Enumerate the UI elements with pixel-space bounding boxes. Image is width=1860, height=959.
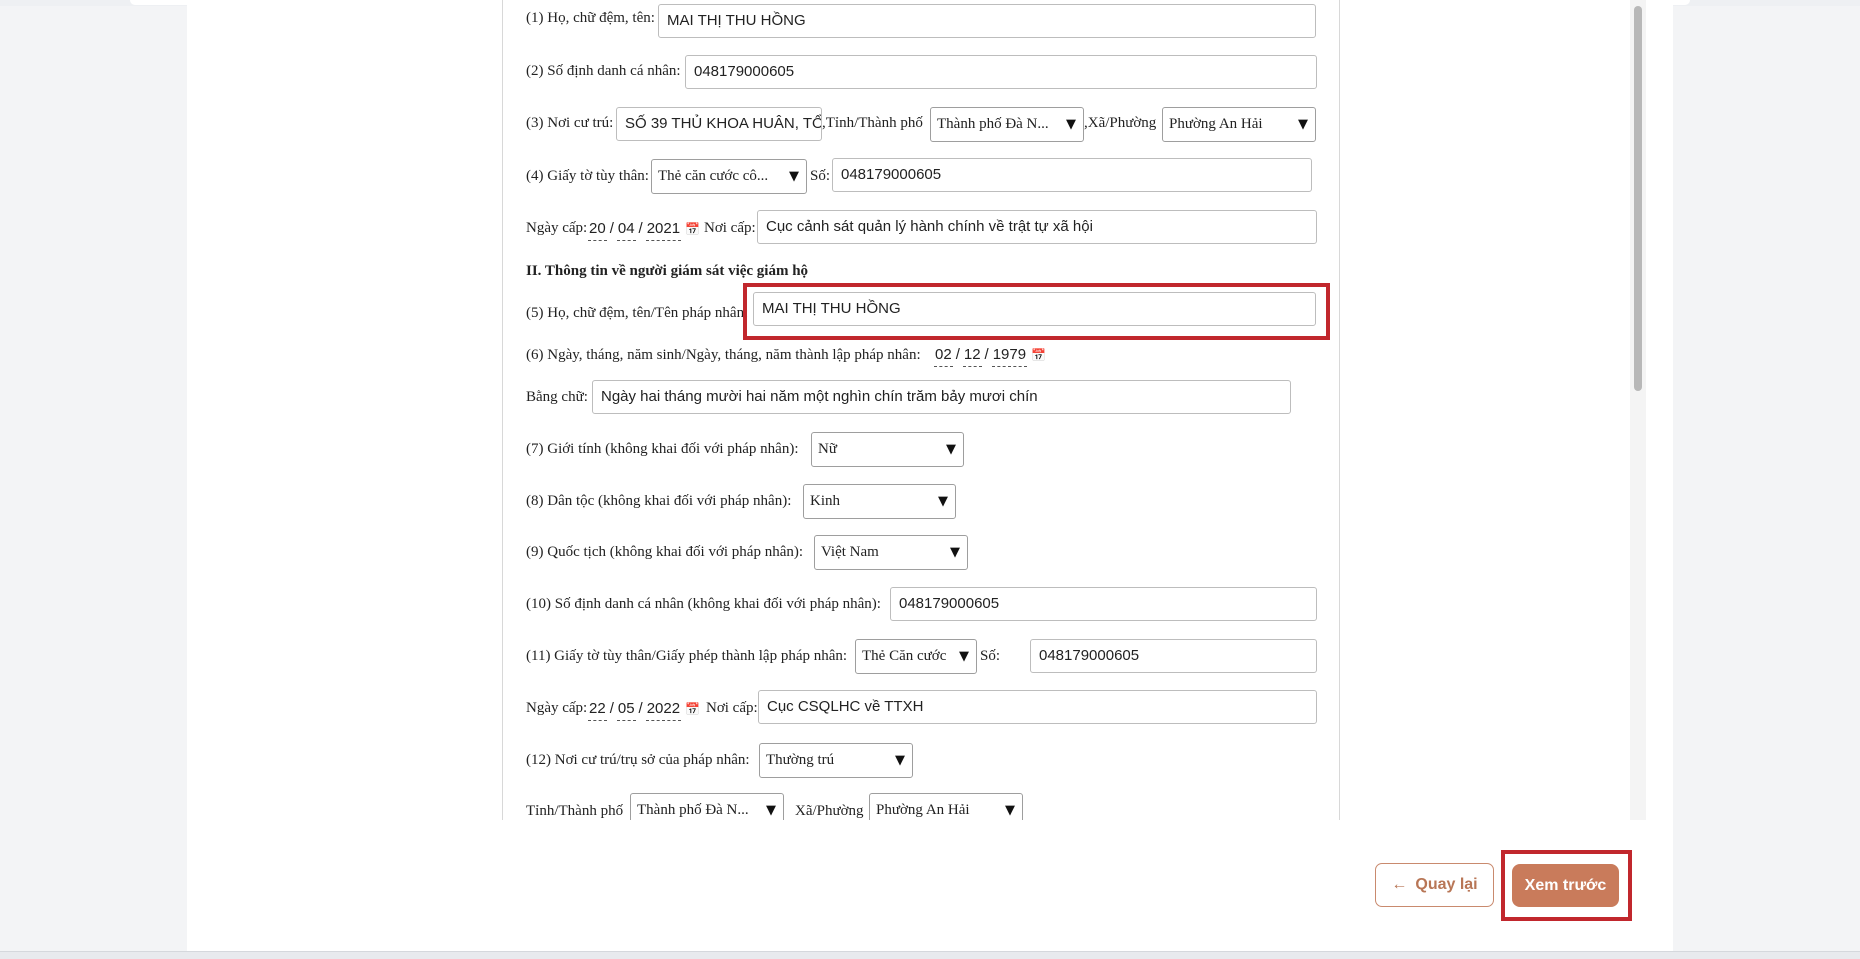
id-document-label: (4) Giấy tờ tùy thân: (526, 168, 649, 184)
section-title: II. Thông tin về người giám sát việc giá… (526, 263, 809, 279)
chevron-down-icon: ▼ (766, 803, 776, 818)
chevron-down-icon: ▼ (938, 494, 948, 509)
back-button[interactable]: ← Quay lại (1375, 863, 1494, 907)
issue-place-input[interactable]: Cục cảnh sát quản lý hành chính về trật … (757, 210, 1317, 244)
birth-date-day[interactable]: 02 (934, 344, 953, 367)
residence-label: (3) Nơi cư trú: (526, 115, 614, 131)
date-in-words-label: Bằng chữ: (526, 389, 588, 405)
birth-date-year[interactable]: 1979 (991, 344, 1028, 367)
supervisor-id-label: (10) Số định danh cá nhân (không khai đố… (526, 596, 881, 612)
calendar-icon[interactable]: 📅 (685, 698, 700, 720)
residence-ward-value: Phường An Hải (1169, 116, 1263, 132)
supervisor-issue-place-input[interactable]: Cục CSQLHC về TTXH (758, 690, 1317, 724)
issue-date-input[interactable]: 20/04/2021 📅 (588, 218, 700, 241)
chevron-down-icon: ▼ (946, 442, 956, 457)
arrow-left-icon: ← (1391, 876, 1408, 893)
chevron-down-icon: ▼ (789, 169, 799, 184)
supervisor-province-label: Tỉnh/Thành phố (526, 803, 624, 819)
nationality-label: (9) Quốc tịch (không khai đối với pháp n… (526, 544, 804, 560)
supervisor-issue-date-input[interactable]: 22/05/2022 📅 (588, 698, 700, 721)
supervisor-issue-date-label: Ngày cấp: (526, 700, 588, 716)
residence-ward-select[interactable]: Phường An Hải ▼ (1162, 107, 1316, 142)
birth-date-month[interactable]: 12 (962, 344, 982, 367)
ethnicity-value: Kinh (810, 493, 840, 509)
chevron-down-icon: ▼ (1066, 117, 1076, 132)
back-button-label: Quay lại (1415, 876, 1478, 893)
ethnicity-select[interactable]: Kinh ▼ (803, 484, 956, 519)
ethnicity-label: (8) Dân tộc (không khai đối với pháp nhâ… (526, 493, 792, 509)
issue-date-label: Ngày cấp: (526, 220, 588, 236)
issue-date-month[interactable]: 04 (616, 218, 636, 241)
id-document-type-value: Thẻ căn cước cô... (658, 168, 769, 184)
issue-place-label: Nơi cấp: (704, 220, 756, 236)
supervisor-issue-date-month[interactable]: 05 (616, 698, 636, 721)
supervisor-issue-place-label: Nơi cấp: (706, 700, 758, 716)
birth-date-label: (6) Ngày, tháng, năm sinh/Ngày, tháng, n… (526, 347, 921, 363)
supervisor-ward-value: Phường An Hải (876, 802, 970, 818)
issue-date-year[interactable]: 2021 (645, 218, 682, 241)
chevron-down-icon: ▼ (1005, 803, 1015, 818)
residence-province-select[interactable]: Thành phố Đà N... ▼ (930, 107, 1084, 142)
supervisor-province-select[interactable]: Thành phố Đà N... ▼ (630, 793, 784, 823)
personal-id-input[interactable]: 048179000605 (685, 55, 1317, 89)
supervisor-document-number-input[interactable]: 048179000605 (1030, 639, 1317, 673)
supervisor-name-label: (5) Họ, chữ đệm, tên/Tên pháp nhân: (526, 305, 749, 321)
chevron-down-icon: ▼ (895, 753, 905, 768)
nationality-select[interactable]: Việt Nam ▼ (814, 535, 968, 570)
supervisor-residence-label: (12) Nơi cư trú/trụ sở của pháp nhân: (526, 752, 750, 768)
form-scrollbar[interactable] (1630, 0, 1646, 820)
supervisor-issue-date-year[interactable]: 2022 (645, 698, 682, 721)
supervisor-document-number-label: Số: (980, 648, 1001, 664)
nationality-value: Việt Nam (821, 544, 879, 560)
supervisor-document-type-select[interactable]: Thẻ Căn cước ▼ (855, 639, 977, 674)
date-in-words-input[interactable]: Ngày hai tháng mười hai năm một nghìn ch… (592, 380, 1291, 414)
residence-province-value: Thành phố Đà N... (937, 116, 1049, 132)
supervisor-residence-type-select[interactable]: Thường trú ▼ (759, 743, 913, 778)
id-number-label: Số: (810, 168, 831, 184)
id-document-type-select[interactable]: Thẻ căn cước cô... ▼ (651, 159, 807, 194)
supervisor-issue-date-day[interactable]: 22 (588, 698, 607, 721)
chevron-down-icon: ▼ (1298, 117, 1308, 132)
residence-input[interactable]: SỐ 39 THỦ KHOA HUÂN, TỔ (616, 107, 822, 141)
supervisor-province-value: Thành phố Đà N... (637, 802, 749, 818)
supervisor-id-input[interactable]: 048179000605 (890, 587, 1317, 621)
full-name-label: (1) Họ, chữ đệm, tên: (526, 10, 655, 26)
gender-value: Nữ (818, 441, 837, 457)
supervisor-residence-type-value: Thường trú (766, 752, 835, 768)
calendar-icon[interactable]: 📅 (685, 218, 700, 240)
highlight-box (743, 283, 1330, 340)
supervisor-document-type-value: Thẻ Căn cước (862, 648, 947, 664)
birth-date-input[interactable]: 02/12/1979 📅 (934, 344, 1046, 367)
gender-select[interactable]: Nữ ▼ (811, 432, 964, 467)
residence-province-label: ,Tỉnh/Thành phố (822, 115, 923, 131)
full-name-input[interactable]: MAI THỊ THU HỒNG (658, 4, 1316, 38)
gender-label: (7) Giới tính (không khai đối với pháp n… (526, 441, 799, 457)
personal-id-label: (2) Số định danh cá nhân: (526, 63, 681, 79)
issue-date-day[interactable]: 20 (588, 218, 607, 241)
chevron-down-icon: ▼ (950, 545, 960, 560)
calendar-icon[interactable]: 📅 (1031, 344, 1046, 366)
supervisor-ward-select[interactable]: Phường An Hải ▼ (869, 793, 1023, 823)
residence-ward-label: ,Xã/Phường (1084, 115, 1157, 131)
scrollbar-thumb[interactable] (1634, 6, 1642, 391)
id-number-input[interactable]: 048179000605 (832, 158, 1312, 192)
chevron-down-icon: ▼ (959, 649, 969, 664)
supervisor-ward-label: Xã/Phường (795, 803, 864, 819)
preview-highlight-box (1501, 850, 1632, 921)
supervisor-document-label: (11) Giấy tờ tùy thân/Giấy phép thành lậ… (526, 648, 848, 664)
